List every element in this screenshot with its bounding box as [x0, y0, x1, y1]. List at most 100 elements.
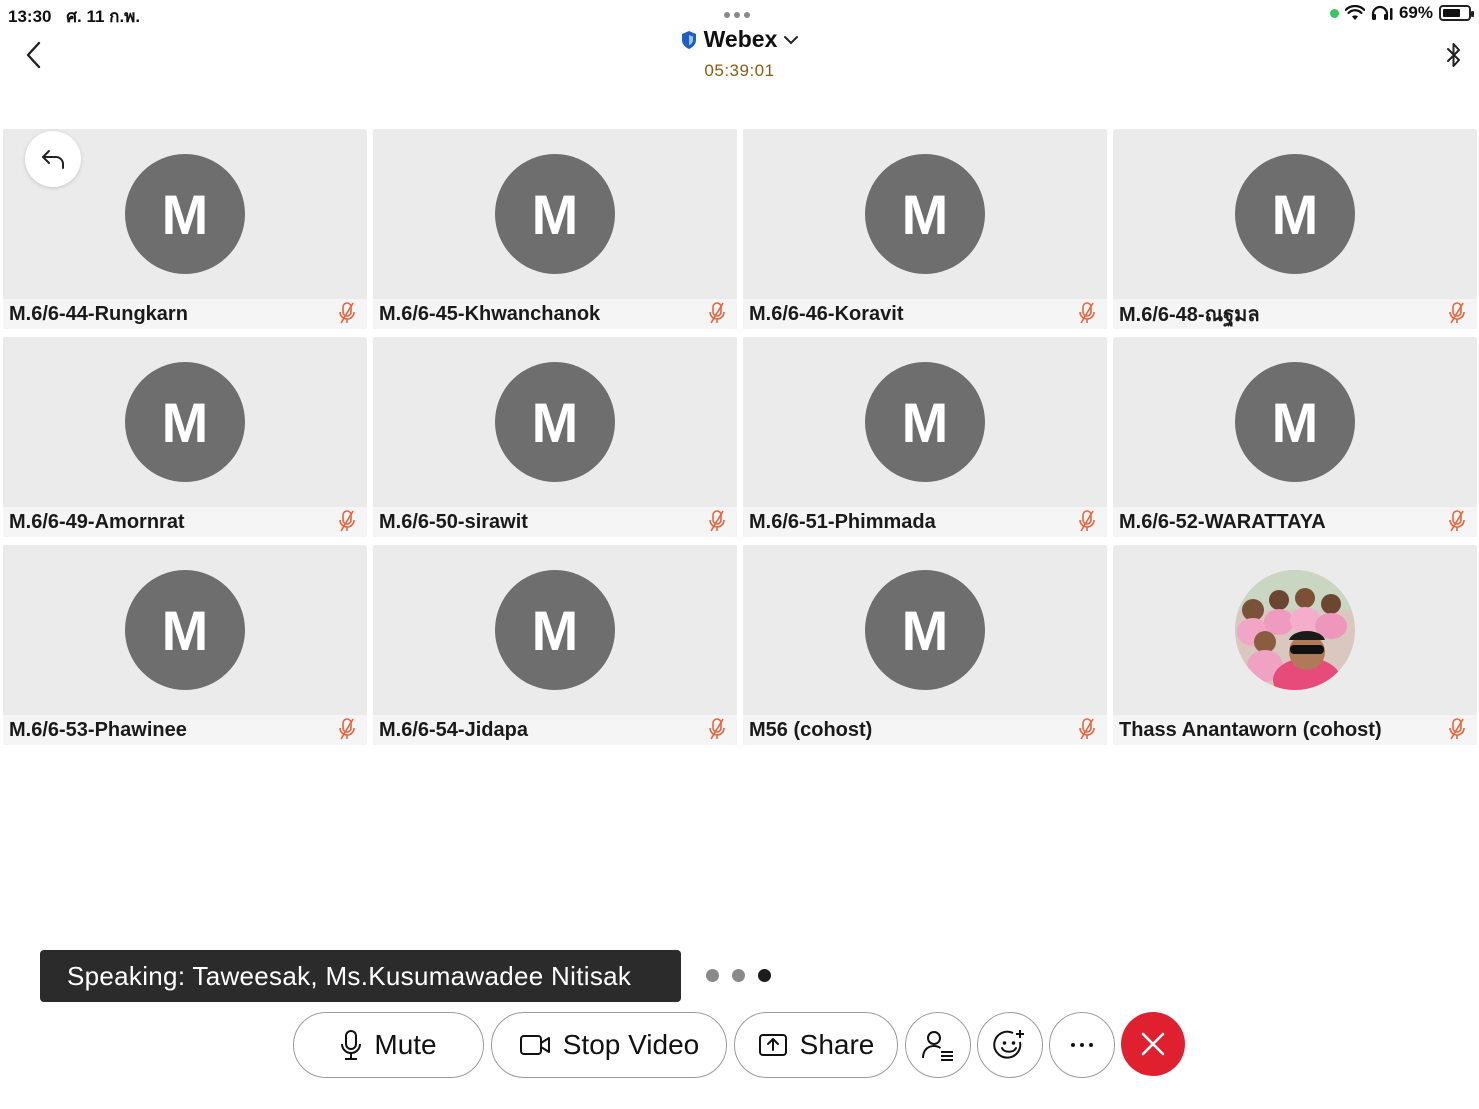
participant-name-bar: M56 (cohost) — [743, 715, 1107, 745]
page-indicator[interactable] — [706, 969, 771, 982]
participant-name: M.6/6-46-Koravit — [749, 302, 904, 325]
participant-name: M.6/6-48-ณฐมล — [1119, 304, 1260, 326]
microphone-muted-icon — [1079, 510, 1095, 532]
avatar: M — [1235, 154, 1355, 274]
meeting-controls: Mute Stop Video Share — [0, 1012, 1479, 1078]
avatar: M — [865, 570, 985, 690]
avatar: M — [495, 154, 615, 274]
shield-icon — [681, 30, 696, 49]
participant-tile[interactable]: M M.6/6-45-Khwanchanok — [373, 129, 737, 329]
microphone-muted-icon — [709, 302, 725, 324]
participant-name-bar: M.6/6-53-Phawinee — [3, 715, 367, 745]
participant-tile[interactable]: M M.6/6-46-Koravit — [743, 129, 1107, 329]
participant-name-bar: M.6/6-46-Koravit — [743, 299, 1107, 329]
participant-name: Thass Anantaworn (cohost) — [1119, 718, 1382, 741]
meeting-title-button[interactable]: Webex — [680, 26, 800, 53]
more-options-button[interactable] — [1049, 1012, 1115, 1078]
return-arrow-icon — [42, 150, 64, 169]
microphone-muted-icon — [1449, 718, 1465, 740]
participant-tile[interactable]: M M.6/6-48-ณฐมล — [1113, 129, 1477, 329]
microphone-muted-icon — [339, 302, 355, 324]
close-icon — [1141, 1032, 1165, 1056]
profile-photo — [1235, 570, 1355, 690]
leave-meeting-button[interactable] — [1121, 1012, 1185, 1076]
wifi-icon — [1344, 5, 1365, 20]
chevron-down-icon — [784, 35, 799, 44]
participant-tile[interactable]: M M.6/6-53-Phawinee — [3, 545, 367, 745]
microphone-muted-icon — [1449, 510, 1465, 532]
participant-name-bar: M.6/6-49-Amornrat — [3, 507, 367, 537]
microphone-muted-icon — [709, 718, 725, 740]
page-dot-active[interactable] — [758, 969, 771, 982]
microphone-muted-icon — [709, 510, 725, 532]
participant-name-bar: M.6/6-51-Phimmada — [743, 507, 1107, 537]
participant-name-bar: Thass Anantaworn (cohost) — [1113, 715, 1477, 745]
participant-tile[interactable]: M M.6/6-44-Rungkarn — [3, 129, 367, 329]
mute-button[interactable]: Mute — [293, 1012, 484, 1078]
share-screen-icon — [758, 1034, 787, 1056]
meeting-header: Webex 05:39:01 — [0, 26, 1479, 81]
participant-name: M56 (cohost) — [749, 718, 873, 741]
emoji-add-icon — [993, 1030, 1024, 1059]
avatar: M — [125, 362, 245, 482]
participant-tile[interactable]: M M.6/6-52-WARATTAYA — [1113, 337, 1477, 537]
multitasking-grabber-icon[interactable] — [724, 12, 750, 18]
status-date: ศ. 11 ก.พ. — [66, 7, 141, 26]
battery-icon — [1439, 5, 1474, 21]
page-dot[interactable] — [706, 969, 719, 982]
microphone-muted-icon — [1449, 302, 1465, 324]
participant-name: M.6/6-52-WARATTAYA — [1119, 510, 1326, 533]
microphone-muted-icon — [1079, 302, 1095, 324]
avatar — [1235, 570, 1355, 690]
participant-name: M.6/6-51-Phimmada — [749, 510, 936, 533]
avatar: M — [865, 362, 985, 482]
participant-tile[interactable]: M M.6/6-51-Phimmada — [743, 337, 1107, 537]
status-indicators: 69% — [1329, 3, 1474, 23]
participant-tile[interactable]: Thass Anantaworn (cohost) — [1113, 545, 1477, 745]
participant-tile[interactable]: M M.6/6-54-Jidapa — [373, 545, 737, 745]
stop-video-label: Stop Video — [562, 1029, 700, 1060]
avatar: M — [1235, 362, 1355, 482]
participant-name: M.6/6-45-Khwanchanok — [379, 302, 601, 325]
participant-tile[interactable]: M M.6/6-50-sirawit — [373, 337, 737, 537]
participant-grid: M M.6/6-44-Rungkarn M M.6/6-45-Khwanchanok M… — [3, 129, 1477, 745]
video-camera-icon — [519, 1035, 550, 1055]
mute-label: Mute — [374, 1029, 437, 1060]
share-button[interactable]: Share — [734, 1012, 898, 1078]
bluetooth-icon[interactable] — [1443, 40, 1465, 70]
headphones-icon — [1371, 5, 1393, 20]
avatar: M — [495, 362, 615, 482]
more-dots-icon — [1071, 1043, 1093, 1047]
participants-button[interactable] — [905, 1012, 971, 1078]
meeting-timer: 05:39:01 — [704, 60, 775, 80]
battery-percent: 69% — [1398, 3, 1433, 22]
participant-name: M.6/6-44-Rungkarn — [9, 302, 188, 325]
avatar: M — [125, 154, 245, 274]
participant-name-bar: M.6/6-50-sirawit — [373, 507, 737, 537]
participant-tile[interactable]: M M.6/6-49-Amornrat — [3, 337, 367, 537]
participant-tile[interactable]: M M56 (cohost) — [743, 545, 1107, 745]
reactions-button[interactable] — [977, 1012, 1043, 1078]
avatar: M — [125, 570, 245, 690]
participant-name: M.6/6-53-Phawinee — [9, 718, 187, 741]
microphone-muted-icon — [339, 718, 355, 740]
page-dot[interactable] — [732, 969, 745, 982]
return-button[interactable] — [25, 131, 81, 187]
meeting-title: Webex — [703, 26, 778, 52]
participant-name: M.6/6-50-sirawit — [379, 510, 528, 533]
participant-name: M.6/6-49-Amornrat — [9, 510, 185, 533]
participants-list-icon — [922, 1031, 953, 1061]
participant-name-bar: M.6/6-54-Jidapa — [373, 715, 737, 745]
participant-name-bar: M.6/6-52-WARATTAYA — [1113, 507, 1477, 537]
status-time: 13:30 — [8, 7, 52, 26]
microphone-muted-icon — [1079, 718, 1095, 740]
participant-name-bar: M.6/6-45-Khwanchanok — [373, 299, 737, 329]
camera-in-use-dot-icon — [1329, 8, 1339, 18]
microphone-icon — [341, 1030, 362, 1060]
participant-name-bar: M.6/6-44-Rungkarn — [3, 299, 367, 329]
avatar: M — [495, 570, 615, 690]
microphone-muted-icon — [339, 510, 355, 532]
participant-name-bar: M.6/6-48-ณฐมล — [1113, 299, 1477, 329]
speaking-indicator: Speaking: Taweesak, Ms.Kusumawadee Nitis… — [40, 950, 681, 1002]
stop-video-button[interactable]: Stop Video — [491, 1012, 727, 1078]
